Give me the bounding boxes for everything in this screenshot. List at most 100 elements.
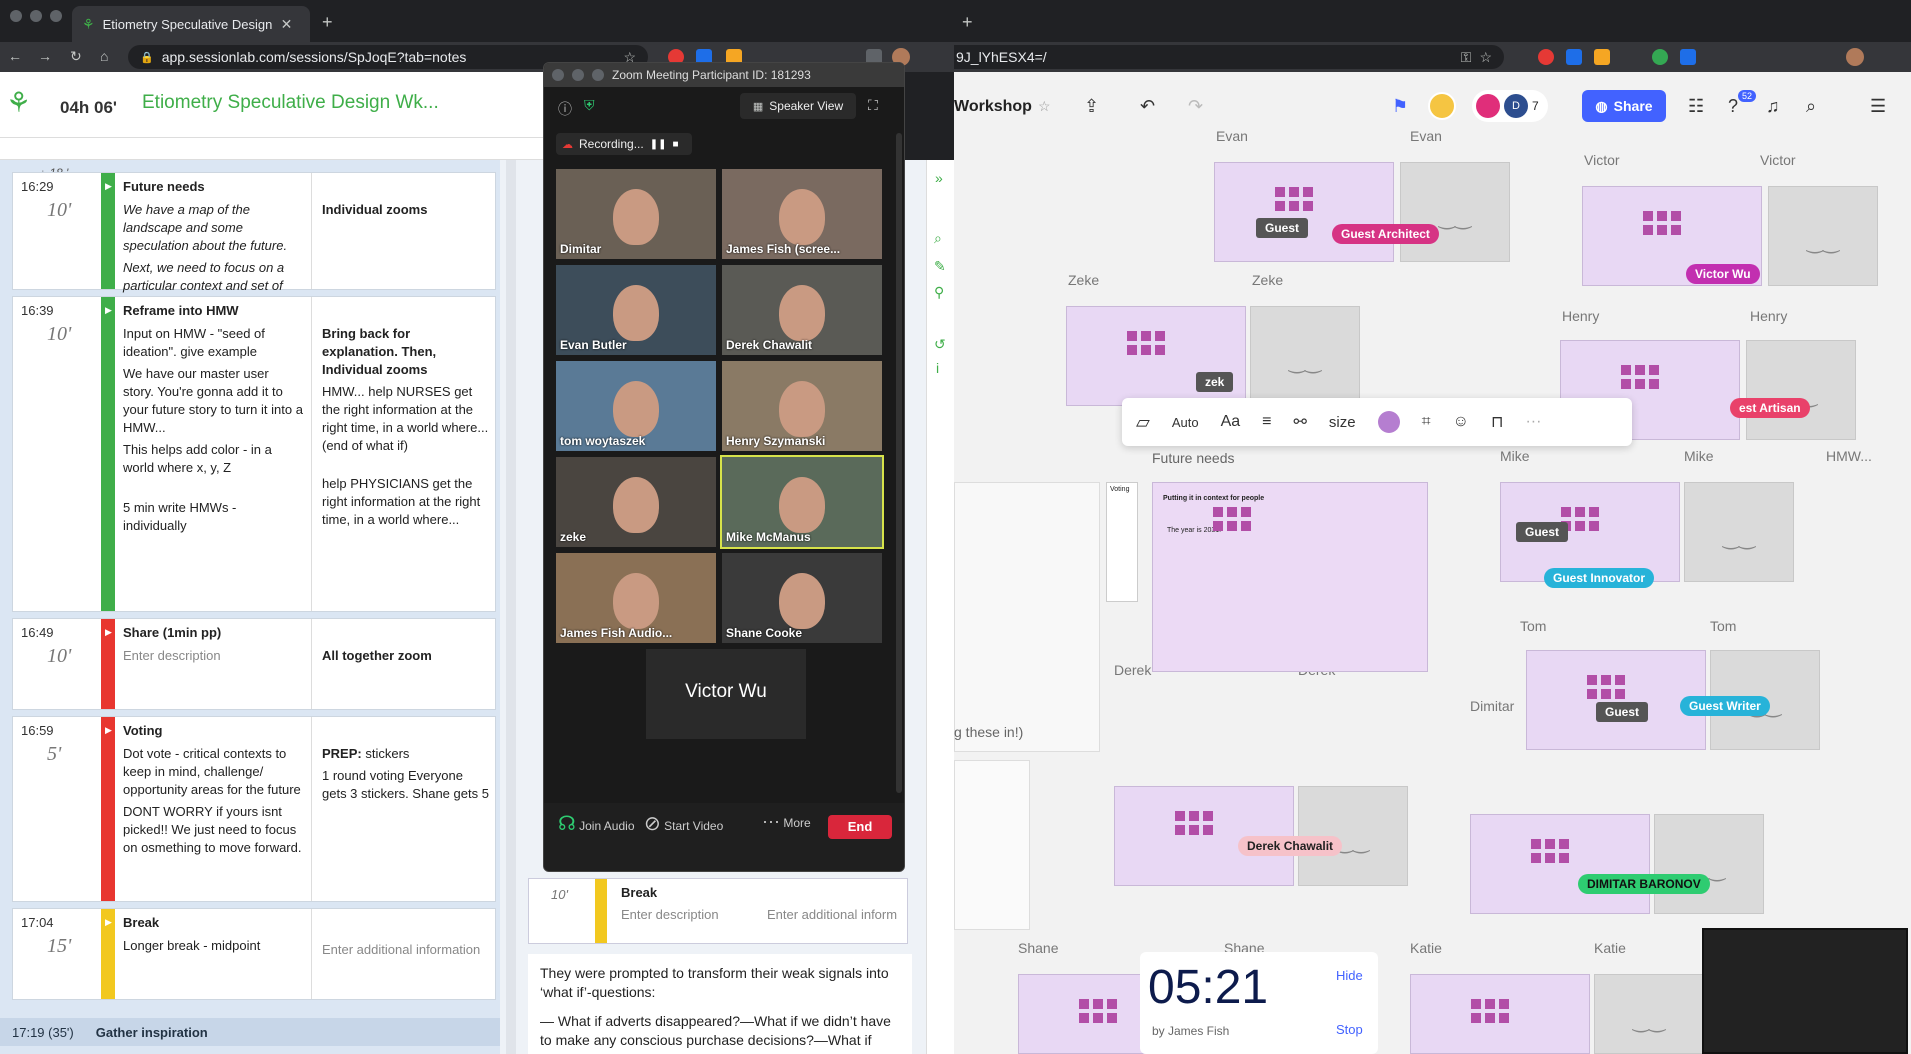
zoom-scrollbar[interactable] (896, 133, 902, 793)
sticky-note[interactable] (1127, 331, 1137, 341)
minimize-dot[interactable] (30, 10, 42, 22)
sticky-note[interactable] (1575, 507, 1585, 517)
zoom-max-dot[interactable] (592, 69, 604, 81)
miro-board[interactable]: Workshop ☆ ⇪ ↶ ↷ ⚑ D 7 ◍ Share ☷ ? 52 ♫ … (954, 72, 1911, 1054)
sticky-note[interactable] (1485, 1013, 1495, 1023)
star-icon-right[interactable]: ☆ (1479, 49, 1492, 66)
comment-icon[interactable]: ✎ (934, 258, 946, 275)
active-speaker-tile[interactable]: Victor Wu (646, 649, 806, 739)
share-button[interactable]: ◍ Share (1582, 90, 1666, 122)
speaker-view-button[interactable]: ▦ Speaker View (740, 93, 856, 119)
sticky-note[interactable] (1531, 839, 1541, 849)
participant-tile[interactable]: Shane Cooke (722, 553, 882, 643)
sticky-note[interactable] (1485, 999, 1495, 1009)
block-notes[interactable]: PREP: stickers 1 round voting Everyone ge… (311, 717, 497, 901)
sticky-note[interactable] (1227, 521, 1237, 531)
home-icon[interactable]: ⌂ (100, 48, 108, 64)
sticky-note[interactable] (1093, 1013, 1103, 1023)
block-notes[interactable]: Enter additional information (311, 909, 497, 999)
link-icon[interactable]: ⚯ (1294, 412, 1307, 432)
user-avatar[interactable] (1428, 92, 1456, 120)
session-title[interactable]: Etiometry Speculative Design Wk... (142, 92, 439, 114)
sticky-note[interactable] (1589, 507, 1599, 517)
break-block[interactable]: 10' Break Enter description Enter additi… (528, 878, 908, 944)
auto-size-dropdown[interactable]: Auto (1172, 415, 1199, 430)
block-color-bar[interactable]: ▶ (101, 717, 115, 901)
sticky-note[interactable] (1189, 825, 1199, 835)
sticky-note[interactable] (1227, 507, 1237, 517)
sticky-note[interactable] (1241, 521, 1251, 531)
gray-katie[interactable]: ‿‿ (1594, 974, 1704, 1054)
break-desc[interactable]: Enter description (621, 907, 719, 922)
sticky-note[interactable] (1289, 187, 1299, 197)
sticky-note[interactable] (1559, 853, 1569, 863)
sticky-note[interactable] (1615, 689, 1625, 699)
sticky-note[interactable] (1575, 521, 1585, 531)
sticky-note[interactable] (1289, 201, 1299, 211)
frame-tom[interactable] (1526, 650, 1706, 750)
tab-sessionlab[interactable]: ⚘ Etiometry Speculative Design W ✕ (72, 6, 310, 42)
zoom-min-dot[interactable] (572, 69, 584, 81)
sticky-note[interactable] (1643, 225, 1653, 235)
sticky-note[interactable] (1649, 365, 1659, 375)
ext-trello-icon-right[interactable] (1680, 49, 1696, 65)
collaborators[interactable]: D 7 (1472, 90, 1548, 122)
search-icon[interactable]: ⌕ (934, 230, 942, 247)
frame-katie[interactable] (1410, 974, 1590, 1054)
sticky-note[interactable] (1601, 675, 1611, 685)
key-icon[interactable]: ⚿ (1461, 49, 1472, 66)
pause-icon[interactable]: ❚❚ (650, 139, 667, 150)
block-description[interactable]: Longer break - midpoint (123, 937, 303, 959)
frame-future-context[interactable]: Putting it in context for people The yea… (1152, 482, 1428, 672)
participant-tile[interactable]: Dimitar (556, 169, 716, 259)
sticky-note[interactable] (1635, 379, 1645, 389)
gray-dimitar[interactable]: ‿‿ (1654, 814, 1764, 914)
sticky-note[interactable] (1499, 999, 1509, 1009)
start-video-button[interactable]: ⊘ Start Video (644, 811, 723, 836)
sticky-note-icon[interactable]: ▱ (1136, 412, 1150, 433)
new-tab-icon-right[interactable]: + (962, 12, 973, 33)
participant-tile[interactable]: James Fish (scree... (722, 169, 882, 259)
sticky-note[interactable] (1107, 1013, 1117, 1023)
timer-hide-button[interactable]: Hide (1336, 968, 1363, 983)
sticky-note[interactable] (1587, 675, 1597, 685)
tag-icon[interactable]: ⌗ (1422, 413, 1431, 431)
block-title[interactable]: Voting (123, 723, 162, 738)
block-notes[interactable]: All together zoom (311, 619, 497, 709)
scrollbar-track[interactable] (506, 160, 516, 1054)
block-title[interactable]: Share (1min pp) (123, 625, 221, 640)
align-icon[interactable]: ≡ (1262, 413, 1271, 431)
new-tab-icon[interactable]: + (322, 12, 333, 33)
agenda-block[interactable]: 17:04 15' ▶ Break Longer break - midpoin… (12, 908, 496, 1000)
ext-yellow-icon-right[interactable] (1594, 49, 1610, 65)
right-address-bar[interactable]: 9J_lYhESX4=/ ⚿ ☆ (954, 45, 1504, 69)
participant-tile[interactable]: Evan Butler (556, 265, 716, 355)
sticky-note[interactable] (1657, 211, 1667, 221)
history-icon[interactable]: ↺ (934, 336, 946, 353)
undo-icon[interactable]: ↶ (1140, 96, 1155, 117)
redo-icon[interactable]: ↷ (1188, 96, 1203, 117)
color-swatch[interactable] (1377, 411, 1400, 433)
block-title[interactable]: Future needs (123, 179, 205, 194)
timer-stop-button[interactable]: Stop (1336, 1022, 1363, 1037)
frame-evan[interactable] (1214, 162, 1394, 262)
sticky-note[interactable] (1203, 811, 1213, 821)
sticky-note[interactable] (1155, 345, 1165, 355)
sticky-note[interactable] (1589, 521, 1599, 531)
sticky-note[interactable] (1303, 201, 1313, 211)
agenda-block[interactable]: 16:29 10' ▶ Future needs We have a map o… (12, 172, 496, 329)
participant-tile[interactable]: Mike McManus (720, 455, 884, 549)
favorite-star-icon[interactable]: ☆ (1038, 98, 1051, 115)
sticky-note[interactable] (1471, 999, 1481, 1009)
sticky-note[interactable] (1213, 521, 1223, 531)
sticky-note[interactable] (1213, 507, 1223, 517)
sticky-note[interactable] (1601, 689, 1611, 699)
gray-zeke[interactable]: ‿‿ (1250, 306, 1360, 406)
sticky-note[interactable] (1649, 379, 1659, 389)
gray-victor[interactable]: ‿‿ (1768, 186, 1878, 286)
more-button[interactable]: ··· More (762, 811, 811, 832)
font-icon[interactable]: Aa (1221, 413, 1241, 431)
block-description[interactable]: Input on HMW - "seed of ideation". give … (123, 325, 303, 539)
sticky-note[interactable] (1203, 825, 1213, 835)
sticky-note[interactable] (1141, 331, 1151, 341)
